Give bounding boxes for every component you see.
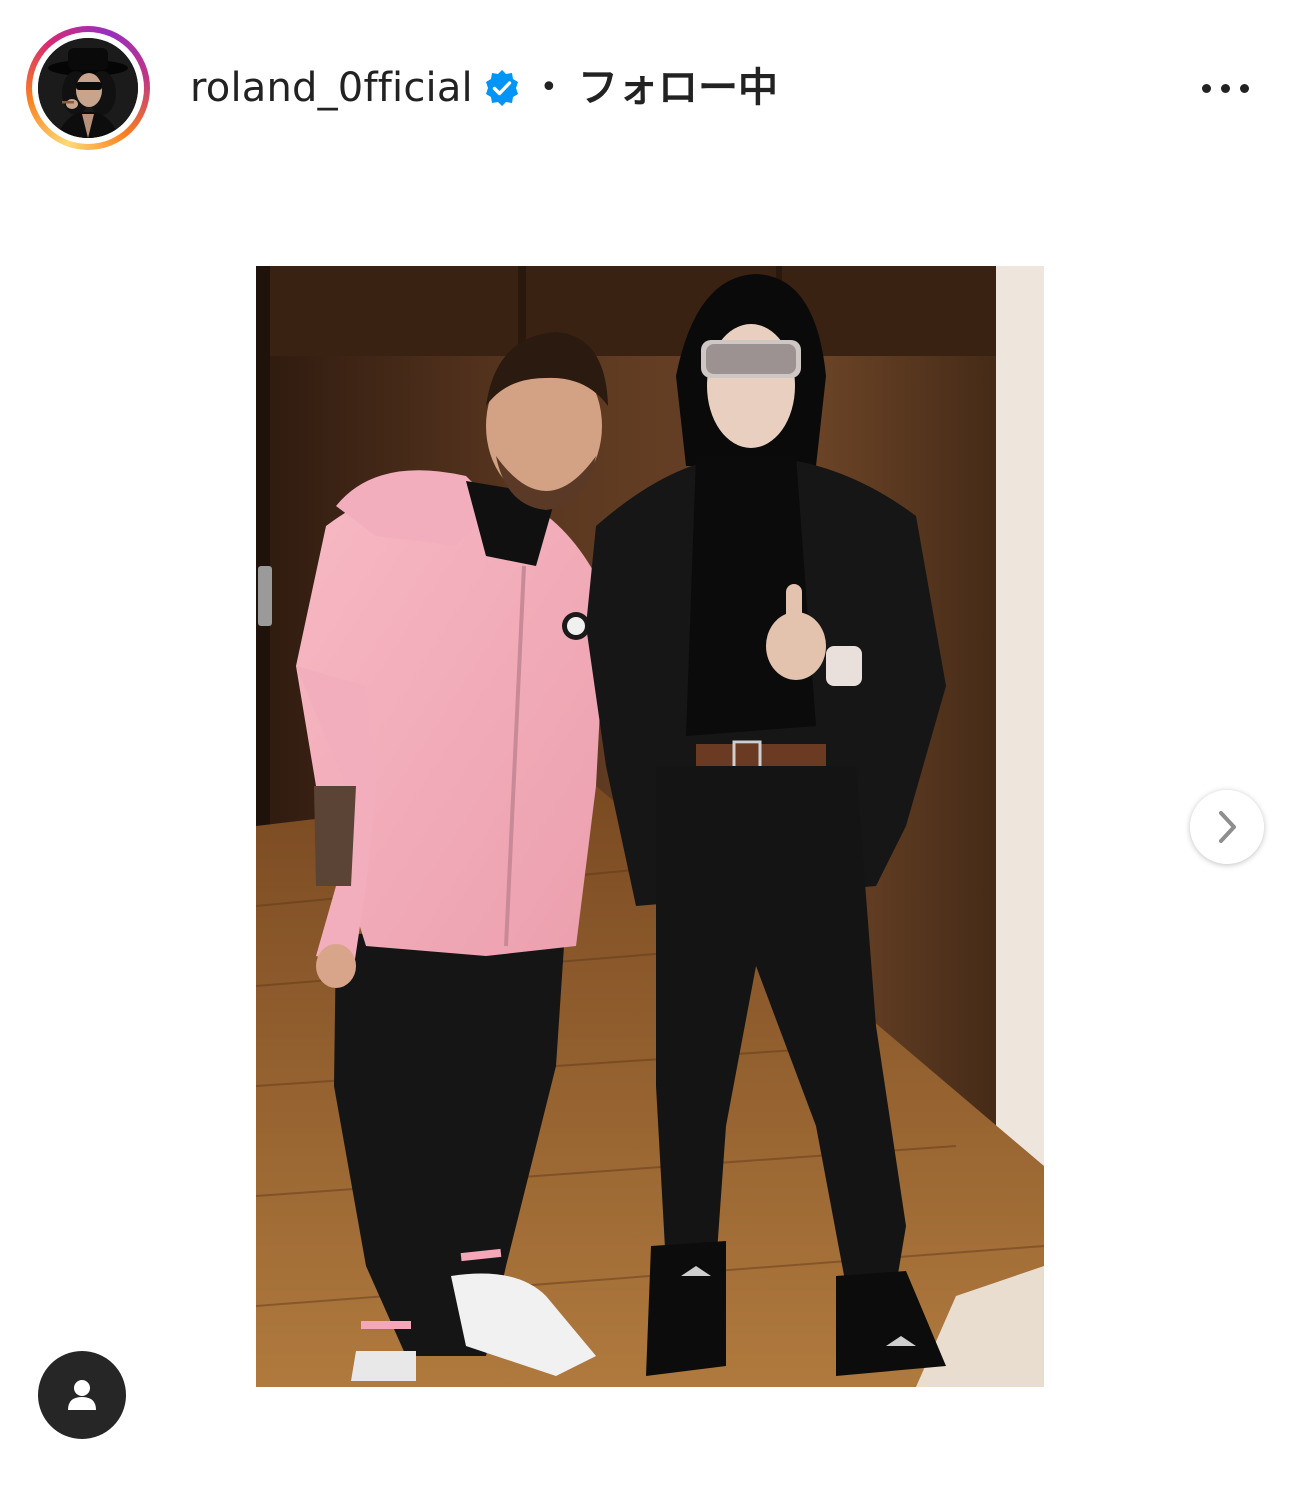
- post-photo[interactable]: [256, 266, 1044, 1387]
- story-ring[interactable]: [26, 26, 150, 150]
- username-link[interactable]: roland_0fficial: [190, 60, 473, 116]
- chevron-right-icon: [1219, 811, 1236, 843]
- following-button[interactable]: フォロー中: [578, 60, 778, 116]
- post-header: roland_0fficial • フォロー中: [0, 0, 1300, 180]
- carousel-next-button[interactable]: [1190, 790, 1264, 864]
- more-dot: [1201, 83, 1211, 93]
- user-icon: [68, 1380, 96, 1410]
- more-dot: [1220, 83, 1230, 93]
- separator-dot: •: [540, 70, 558, 105]
- more-options-icon[interactable]: [1190, 66, 1260, 110]
- tagged-people-button[interactable]: [38, 1351, 126, 1439]
- avatar-image: [38, 38, 138, 138]
- more-dot: [1239, 83, 1249, 93]
- avatar[interactable]: [38, 38, 138, 138]
- post-photo-illustration: [256, 266, 1044, 1387]
- avatar-border: [32, 32, 144, 144]
- verified-badge-icon: [482, 68, 522, 108]
